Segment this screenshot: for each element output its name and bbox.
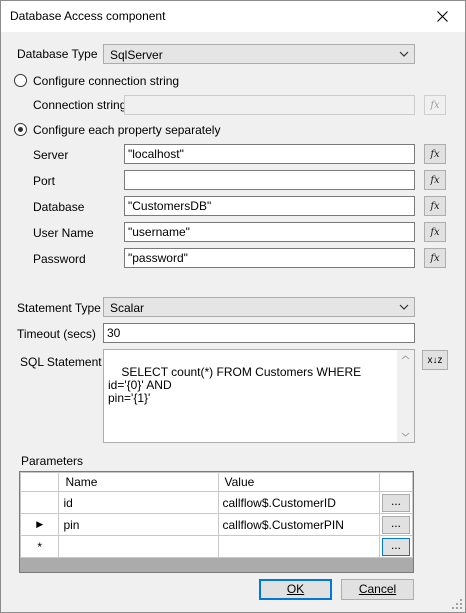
param-browse-button[interactable]: ... — [381, 515, 410, 534]
table-row[interactable]: ▶ pin callflow$.CustomerPIN ... — [20, 513, 413, 536]
function-icon: fx — [430, 226, 440, 238]
statement-type-label: Statement Type — [17, 301, 101, 315]
window-title: Database Access component — [10, 9, 166, 23]
password-label: Password — [33, 252, 86, 266]
current-row-icon[interactable]: ▶ — [20, 513, 60, 536]
function-icon: fx — [430, 252, 440, 264]
chevron-down-icon — [399, 51, 409, 57]
new-row-icon[interactable]: * — [20, 535, 60, 558]
parameters-grid[interactable]: Name Value id callflow$.CustomerID ... ▶… — [19, 471, 414, 573]
function-icon: fx — [430, 99, 440, 111]
chevron-down-icon — [399, 304, 409, 310]
database-fx-button[interactable]: fx — [424, 196, 446, 216]
param-name-cell[interactable]: pin — [58, 513, 219, 536]
param-value-cell[interactable]: callflow$.CustomerPIN — [217, 513, 380, 536]
statement-type-value: Scalar — [110, 301, 145, 315]
grid-corner-cell — [20, 472, 60, 492]
param-browse-cell: ... — [378, 491, 413, 514]
dialog-window: Database Access component Database Type … — [0, 0, 466, 613]
port-fx-button[interactable]: fx — [424, 170, 446, 190]
grid-header-row: Name Value — [20, 472, 413, 492]
connection-string-input[interactable] — [124, 95, 415, 115]
server-input[interactable]: "localhost" — [124, 144, 415, 164]
grid-column-value[interactable]: Value — [217, 472, 380, 492]
function-icon: fx — [430, 200, 440, 212]
port-input[interactable] — [124, 170, 415, 190]
timeout-input[interactable]: 30 — [103, 323, 415, 343]
sql-statement-editor[interactable]: SELECT count(*) FROM Customers WHERE id=… — [103, 349, 415, 443]
sort-icon: x↓z — [427, 354, 443, 366]
table-row-new[interactable]: * ... — [20, 535, 413, 558]
database-type-value: SqlServer — [110, 48, 163, 62]
function-icon: fx — [430, 148, 440, 160]
port-label: Port — [33, 174, 56, 188]
grid-column-name[interactable]: Name — [58, 472, 219, 492]
server-label: Server — [33, 148, 69, 162]
user-name-input[interactable]: "username" — [124, 222, 415, 242]
param-value-cell[interactable]: callflow$.CustomerID — [217, 491, 380, 514]
grid-column-button — [378, 472, 413, 492]
separate-properties-option-label[interactable]: Configure each property separately — [33, 123, 220, 137]
resize-grip-icon[interactable] — [451, 598, 463, 610]
user-name-fx-button[interactable]: fx — [424, 222, 446, 242]
separate-properties-radio[interactable] — [14, 123, 27, 136]
param-browse-button[interactable]: ... — [381, 537, 410, 556]
connection-string-fx-button[interactable]: fx — [424, 95, 446, 115]
param-name-cell[interactable]: id — [58, 491, 219, 514]
timeout-label: Timeout (secs) — [17, 327, 96, 341]
title-bar: Database Access component — [1, 1, 465, 32]
connection-string-label: Connection string — [33, 98, 127, 112]
connection-string-radio[interactable] — [14, 74, 27, 87]
scroll-up-icon — [401, 355, 410, 360]
table-row[interactable]: id callflow$.CustomerID ... — [20, 491, 413, 514]
sql-scrollbar[interactable] — [397, 350, 414, 442]
ok-button[interactable]: OK — [259, 579, 332, 600]
user-name-label: User Name — [33, 226, 94, 240]
close-button[interactable] — [419, 1, 465, 32]
sql-statement-label: SQL Statement — [20, 355, 102, 369]
database-type-select[interactable]: SqlServer — [103, 44, 415, 64]
cancel-button-label: Cancel — [358, 582, 397, 596]
scroll-down-icon — [401, 432, 410, 437]
database-label: Database — [33, 200, 85, 214]
param-browse-button[interactable]: ... — [381, 493, 410, 512]
param-browse-cell: ... — [378, 535, 413, 558]
server-fx-button[interactable]: fx — [424, 144, 446, 164]
ok-button-label: OK — [286, 582, 305, 596]
database-type-label: Database Type — [17, 47, 98, 61]
param-browse-cell: ... — [378, 513, 413, 536]
database-input[interactable]: "CustomersDB" — [124, 196, 415, 216]
sql-statement-text: SELECT count(*) FROM Customers WHERE id=… — [108, 365, 362, 405]
sql-format-button[interactable]: x↓z — [422, 350, 448, 370]
password-fx-button[interactable]: fx — [424, 248, 446, 268]
param-name-cell[interactable] — [58, 535, 219, 558]
param-value-cell[interactable] — [217, 535, 380, 558]
close-icon — [436, 11, 448, 22]
parameters-label: Parameters — [21, 454, 84, 468]
connection-string-option-label[interactable]: Configure connection string — [33, 74, 179, 88]
row-header[interactable] — [20, 491, 60, 514]
password-input[interactable]: "password" — [124, 248, 415, 268]
cancel-button[interactable]: Cancel — [341, 579, 414, 600]
statement-type-select[interactable]: Scalar — [103, 297, 415, 317]
function-icon: fx — [430, 174, 440, 186]
